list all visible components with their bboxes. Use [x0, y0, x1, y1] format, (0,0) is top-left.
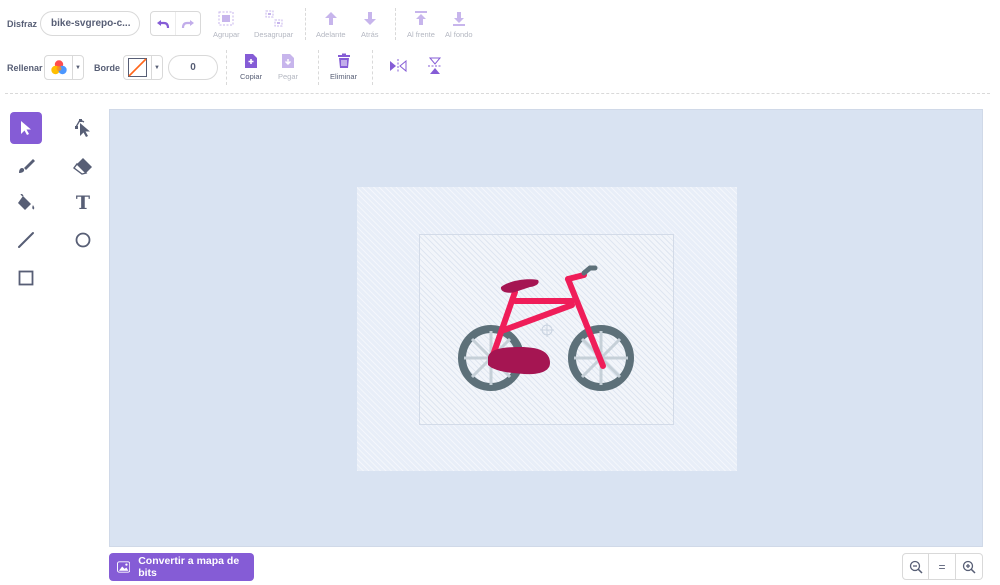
undo-redo-group [150, 11, 201, 36]
fill-label: Rellenar [7, 63, 43, 73]
line-icon [18, 232, 34, 248]
outline-color-picker[interactable]: ▼ [123, 55, 163, 80]
toolbar-divider [5, 93, 990, 94]
brush-tool[interactable] [10, 150, 42, 182]
backward-button[interactable]: Atrás [361, 10, 379, 39]
flip-vertical-button[interactable] [428, 57, 442, 78]
to-front-button[interactable]: Al frente [407, 10, 435, 39]
zoom-out-button[interactable] [902, 553, 929, 580]
to-back-button[interactable]: Al fondo [445, 10, 473, 39]
eraser-tool[interactable] [67, 150, 99, 182]
image-icon [117, 561, 131, 573]
zoom-in-button[interactable] [956, 553, 983, 580]
paste-icon [282, 54, 294, 68]
copy-icon [245, 54, 258, 68]
ungroup-icon [265, 10, 283, 27]
outline-swatch [124, 56, 151, 79]
fill-color-picker[interactable]: ▼ [44, 55, 84, 80]
redo-button[interactable] [175, 12, 200, 35]
chevron-down-icon: ▼ [151, 56, 162, 79]
rectangle-tool[interactable] [10, 262, 42, 294]
select-tool[interactable] [10, 112, 42, 144]
arrow-pointer-icon [21, 121, 31, 135]
zoom-in-icon [962, 560, 976, 574]
bicycle-image [458, 265, 634, 391]
zoom-reset-button[interactable]: = [929, 553, 956, 580]
arrow-down-icon [363, 12, 376, 25]
outline-width-input[interactable]: 0 [168, 55, 218, 80]
outline-label: Borde [94, 63, 121, 73]
rectangle-icon [18, 270, 34, 286]
paint-bucket-icon [18, 194, 35, 210]
reshape-tool[interactable] [67, 112, 99, 144]
undo-icon [157, 19, 170, 28]
separator [318, 50, 319, 85]
group-icon [218, 11, 234, 26]
reshape-icon [75, 119, 90, 137]
eraser-icon [73, 158, 92, 175]
delete-button[interactable]: Eliminar [330, 53, 357, 81]
brush-icon [19, 159, 35, 173]
fill-swatch [45, 56, 72, 79]
paint-canvas[interactable] [109, 109, 983, 547]
zoom-controls: = [902, 553, 983, 580]
line-tool[interactable] [10, 224, 42, 256]
to-back-icon [452, 12, 465, 26]
zoom-out-icon [909, 560, 923, 574]
to-front-icon [414, 11, 427, 25]
redo-icon [181, 19, 194, 28]
flip-horizontal-icon [390, 59, 407, 73]
costume-name-input[interactable]: bike-svgrepo-c... [40, 11, 140, 36]
group-button[interactable]: Agrupar [213, 10, 240, 39]
text-tool[interactable]: T [67, 187, 99, 219]
forward-button[interactable]: Adelante [316, 10, 346, 39]
circle-tool[interactable] [67, 224, 99, 256]
paste-button[interactable]: Pegar [278, 53, 298, 81]
circle-icon [75, 232, 91, 248]
ungroup-button[interactable]: Desagrupar [254, 10, 293, 39]
fill-tool[interactable] [10, 187, 42, 219]
text-icon: T [75, 192, 91, 214]
separator [372, 50, 373, 85]
costume-bounds [419, 234, 674, 425]
arrow-up-icon [324, 12, 337, 25]
paint-editor: Disfraz bike-svgrepo-c... Agrupar Desagr… [0, 0, 1000, 585]
separator [226, 50, 227, 85]
separator [395, 8, 396, 40]
flip-vertical-icon [428, 57, 442, 74]
copy-button[interactable]: Copiar [240, 53, 262, 81]
no-color-icon [128, 58, 147, 77]
trash-icon [337, 53, 350, 68]
color-palette-icon [50, 60, 67, 75]
costume-label: Disfraz [7, 19, 38, 29]
stage-bounds [357, 187, 737, 471]
convert-to-bitmap-button[interactable]: Convertir a mapa de bits [109, 553, 254, 581]
separator [305, 8, 306, 40]
flip-horizontal-button[interactable] [389, 59, 407, 76]
convert-label: Convertir a mapa de bits [138, 555, 240, 579]
undo-button[interactable] [151, 12, 175, 35]
chevron-down-icon: ▼ [72, 56, 83, 79]
